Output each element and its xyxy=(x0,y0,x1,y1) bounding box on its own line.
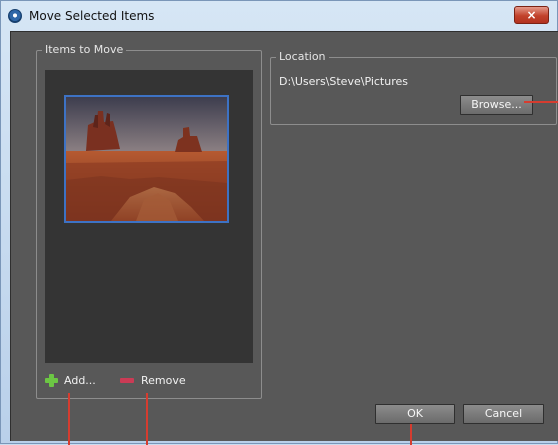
cancel-button[interactable]: Cancel xyxy=(463,404,544,424)
remove-callout-line xyxy=(146,393,148,445)
ok-button[interactable]: OK xyxy=(375,404,455,424)
add-callout-line xyxy=(68,393,70,445)
monument-valley-image xyxy=(66,97,227,221)
app-icon xyxy=(8,9,22,23)
browse-callout-line xyxy=(524,101,558,103)
items-to-move-group: Items to Move Add... Remove xyxy=(36,43,262,399)
dialog-window: Move Selected Items × Items to Move Add.… xyxy=(0,0,558,445)
selected-image-thumbnail[interactable] xyxy=(64,95,229,223)
ok-callout-line xyxy=(410,424,412,445)
location-group: Location D:\Users\Steve\Pictures Browse.… xyxy=(270,50,557,125)
dialog-content: Items to Move Add... Remove Location D:\… xyxy=(10,31,558,441)
items-to-move-label: Items to Move xyxy=(42,43,127,56)
remove-button-label: Remove xyxy=(141,373,186,387)
add-button[interactable]: Add... xyxy=(45,371,96,389)
remove-button[interactable]: Remove xyxy=(120,371,186,389)
plus-icon xyxy=(45,373,58,387)
location-label: Location xyxy=(276,50,329,63)
window-title: Move Selected Items xyxy=(29,9,155,23)
items-list[interactable] xyxy=(45,70,253,363)
add-button-label: Add... xyxy=(64,373,96,387)
browse-button[interactable]: Browse... xyxy=(460,95,533,115)
close-button[interactable]: × xyxy=(514,6,549,24)
minus-icon xyxy=(120,377,134,383)
location-path: D:\Users\Steve\Pictures xyxy=(279,75,408,88)
title-bar: Move Selected Items × xyxy=(1,1,557,31)
